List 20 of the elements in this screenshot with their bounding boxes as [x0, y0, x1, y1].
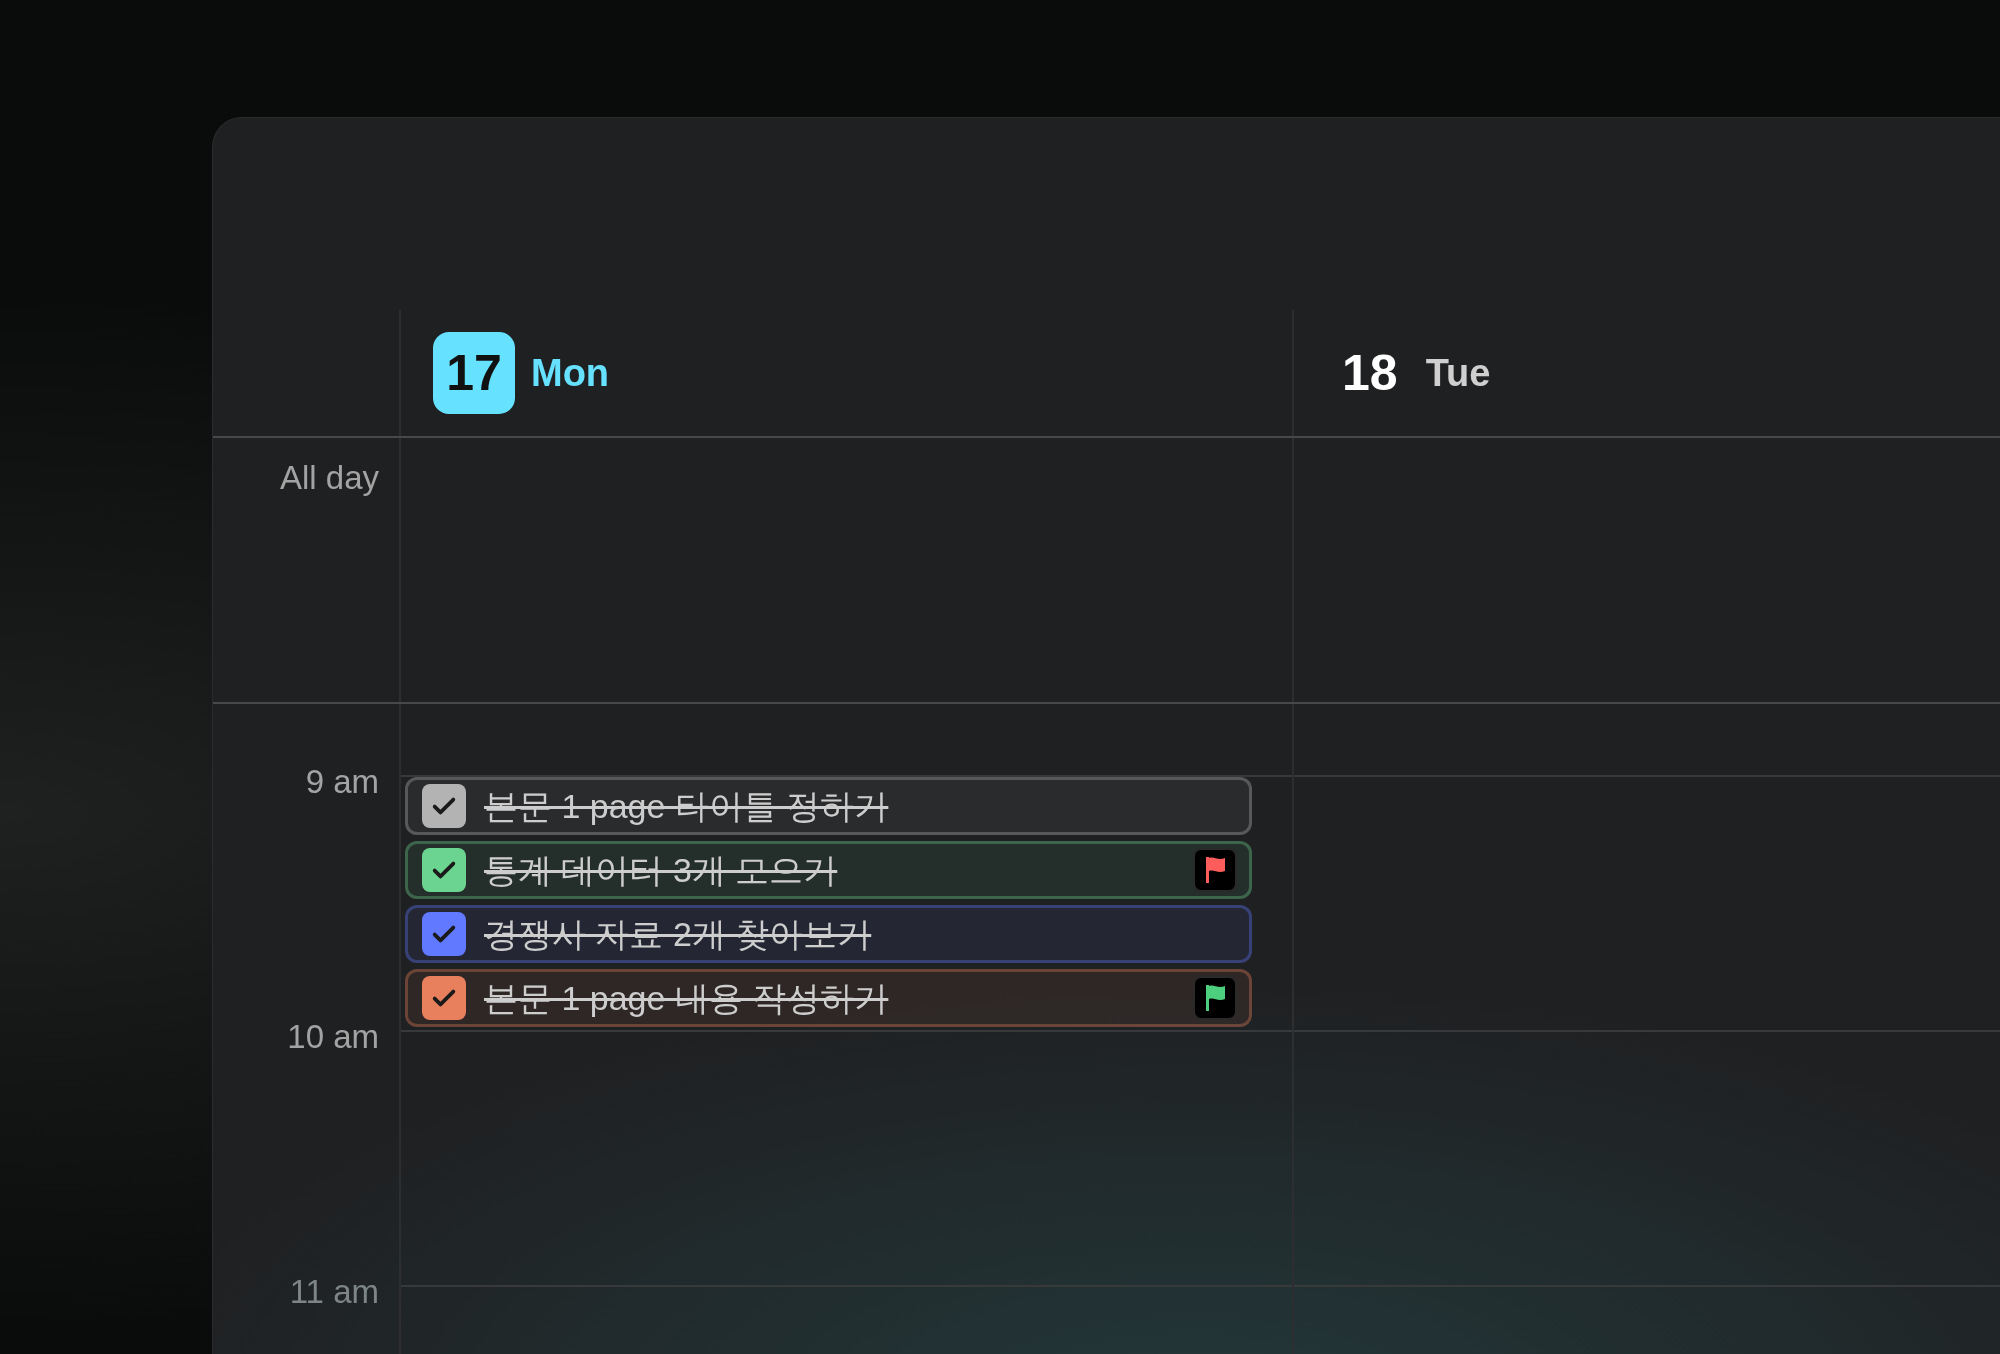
date-number: 17 [433, 332, 515, 414]
task-title: 통계 데이터 3개 모으기 [484, 849, 839, 891]
weekday-label: Tue [1425, 350, 1491, 396]
all-day-label: All day [279, 458, 379, 498]
task-title: 본문 1 page 내용 작성하기 [484, 977, 890, 1019]
weekday-label: Mon [531, 350, 610, 396]
checkbox[interactable] [422, 912, 466, 956]
hour-label: 9 am [305, 762, 379, 802]
task-item[interactable]: 경쟁사 자료 2개 찾아보기 [405, 905, 1252, 963]
task-title: 본문 1 page 타이틀 정하기 [484, 785, 890, 827]
checkbox[interactable] [422, 784, 466, 828]
task-item[interactable]: 통계 데이터 3개 모으기 [405, 841, 1252, 899]
hour-label: 11 am [289, 1272, 379, 1312]
hour-label: 10 am [287, 1017, 379, 1057]
task-item[interactable]: 본문 1 page 내용 작성하기 [405, 969, 1252, 1027]
task-title: 경쟁사 자료 2개 찾아보기 [484, 913, 873, 955]
checkbox[interactable] [422, 976, 466, 1020]
task-item[interactable]: 본문 1 page 타이틀 정하기 [405, 777, 1252, 835]
date-number: 18 [1342, 343, 1398, 403]
checkbox[interactable] [422, 848, 466, 892]
